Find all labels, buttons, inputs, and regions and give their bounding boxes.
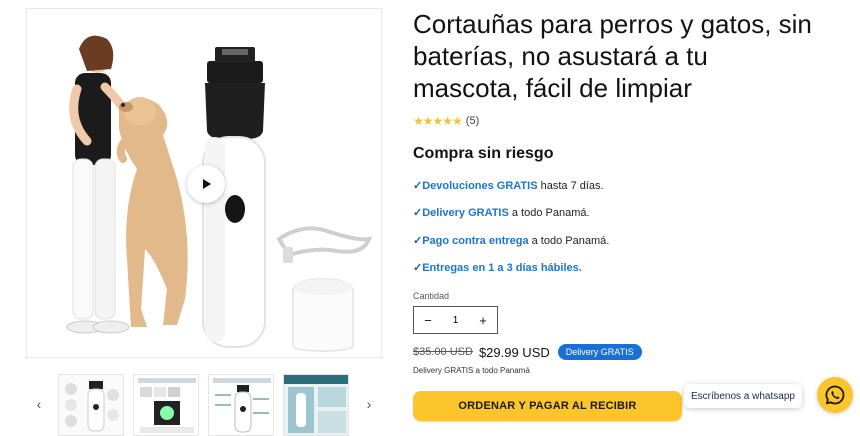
check-icon: ✓ (413, 262, 423, 274)
product-title: Cortauñas para perros y gatos, sin bater… (413, 9, 812, 103)
quantity-stepper: − + (413, 306, 498, 334)
benefit-text: a todo Panamá. (528, 235, 610, 247)
order-pay-on-delivery-button[interactable]: ORDENAR Y PAGAR AL RECIBIR (413, 391, 682, 421)
benefit-returns: ✓Devoluciones GRATIS hasta 7 días. (413, 179, 604, 192)
quantity-increase-button[interactable]: + (469, 313, 497, 328)
thumbnail-prev-icon[interactable]: ‹ (32, 396, 46, 412)
guarantee-heading: Compra sin riesgo (413, 145, 554, 162)
thumbnail-next-icon[interactable]: › (362, 396, 376, 412)
benefit-highlight: Devoluciones GRATIS (422, 180, 538, 192)
check-icon: ✓ (413, 207, 423, 219)
benefit-highlight: Delivery GRATIS (422, 207, 509, 219)
benefit-text: hasta 7 días. (537, 180, 604, 192)
thumbnail-2-image (134, 375, 198, 435)
play-video-button[interactable] (187, 165, 225, 203)
benefit-shipping-time: ✓Entregas en 1 a 3 días hábiles. (413, 261, 582, 274)
whatsapp-button[interactable] (817, 377, 853, 413)
play-icon (203, 179, 211, 189)
whatsapp-label-bubble[interactable]: Escríbenos a whatsapp (684, 384, 802, 408)
current-price: $29.99 USD (478, 344, 550, 360)
benefit-delivery: ✓Delivery GRATIS a todo Panamá. (413, 206, 590, 219)
benefit-cash-on-delivery: ✓Pago contra entrega a todo Panamá. (413, 234, 609, 247)
quantity-decrease-button[interactable]: − (414, 313, 442, 328)
benefit-highlight: Pago contra entrega (422, 235, 529, 247)
check-icon: ✓ (413, 180, 423, 192)
thumbnail-4-image (284, 375, 348, 435)
whatsapp-icon (825, 385, 845, 405)
rating-count: (5) (465, 115, 480, 127)
thumbnail-1[interactable] (58, 374, 124, 436)
benefit-text: a todo Panamá. (508, 207, 590, 219)
delivery-badge: Delivery GRATIS (557, 344, 642, 360)
benefit-highlight: Entregas en 1 a 3 días hábiles. (422, 262, 582, 274)
price-row: $35.00 USD $29.99 USD Delivery GRATIS (413, 344, 642, 360)
product-rating[interactable]: ★★★★★ (5) (413, 114, 479, 128)
rating-stars-icon: ★★★★★ (413, 114, 463, 128)
thumbnail-4[interactable] (283, 374, 349, 436)
thumbnail-1-image (59, 375, 123, 435)
thumbnail-3[interactable] (208, 374, 274, 436)
thumbnail-2[interactable] (133, 374, 199, 436)
quantity-input[interactable] (443, 314, 468, 326)
product-main-image[interactable] (26, 8, 382, 358)
thumbnail-carousel: ‹ › (26, 372, 382, 436)
check-icon: ✓ (413, 235, 423, 247)
compare-at-price: $35.00 USD (413, 346, 473, 358)
quantity-label: Cantidad (413, 291, 450, 301)
delivery-note: Delivery GRATIS a todo Panamá (413, 366, 530, 375)
thumbnail-3-image (209, 375, 273, 435)
